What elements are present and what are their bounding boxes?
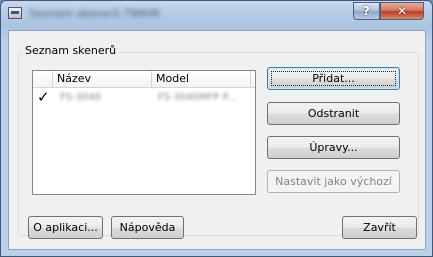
scanner-model: FS-3040MFP P... — [158, 92, 237, 103]
close-button[interactable]: Zavřít — [342, 216, 417, 239]
list-item[interactable]: ✓ FS-3040 FS-3040MFP P... — [33, 88, 255, 106]
column-header-check[interactable] — [33, 71, 53, 88]
scanner-list[interactable]: Název Model ✓ FS-3040 FS-3040MFP P... — [32, 70, 256, 195]
column-header-model[interactable]: Model — [152, 71, 251, 88]
scanner-list-group-label: Seznam skenerů — [23, 44, 119, 57]
dialog-window: Seznam skenerů TWAIN ? ✕ Seznam skenerů … — [0, 0, 433, 257]
edit-button[interactable]: Úpravy... — [267, 136, 400, 159]
checkmark-icon: ✓ — [37, 88, 50, 106]
help-button[interactable]: Nápověda — [111, 216, 184, 239]
column-header-name[interactable]: Název — [53, 71, 152, 88]
about-button[interactable]: O aplikaci... — [28, 216, 103, 239]
help-caption-button[interactable]: ? — [353, 2, 380, 20]
title-bar[interactable]: Seznam skenerů TWAIN ? ✕ — [1, 1, 432, 27]
dialog-client-area: Seznam skenerů Název Model ✓ FS-3040 FS-… — [8, 30, 426, 250]
column-header-filler — [251, 71, 255, 88]
add-button[interactable]: Přidat... — [267, 67, 400, 90]
window-title: Seznam skenerů TWAIN — [29, 7, 160, 20]
focus-rectangle — [271, 71, 396, 86]
scanner-icon — [8, 7, 22, 19]
scanner-name: FS-3040 — [60, 92, 101, 103]
set-default-button[interactable]: Nastavit jako výchozí — [267, 170, 400, 193]
list-header: Název Model — [33, 71, 255, 88]
remove-button[interactable]: Odstranit — [267, 102, 400, 125]
close-caption-button[interactable]: ✕ — [380, 2, 424, 20]
